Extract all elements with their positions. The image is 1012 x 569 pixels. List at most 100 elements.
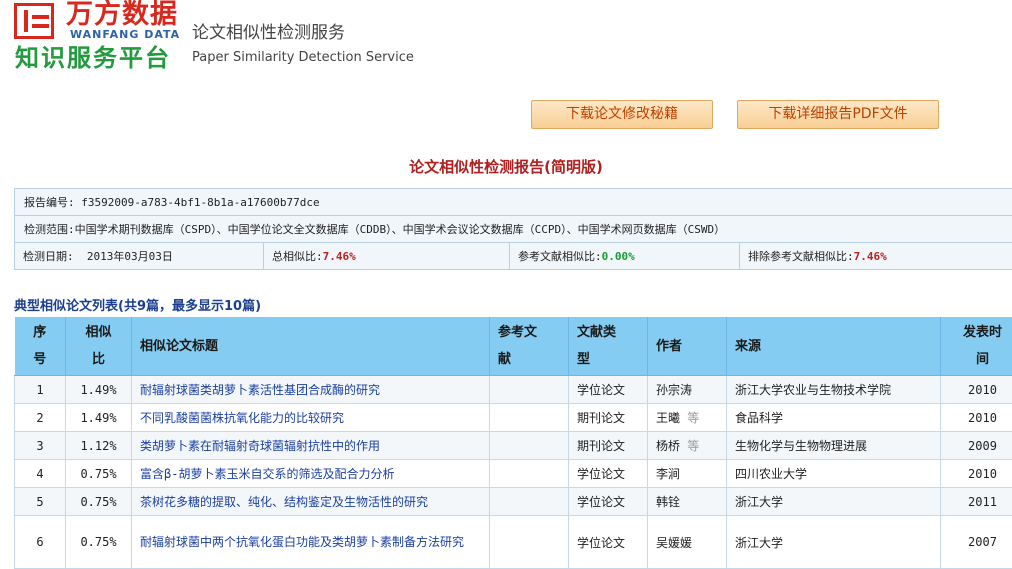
row-ratio: 0.75% <box>66 460 132 488</box>
ref-ratio-value: 0.00% <box>602 250 635 263</box>
col-header-year: 发表时间 <box>941 317 1012 376</box>
col-header-ref: 参考文献 <box>490 317 569 376</box>
total-ratio-label: 总相似比: <box>272 250 323 263</box>
ref-ratio-cell: 参考文献相似比:0.00% <box>509 243 749 269</box>
report-id-value: f3592009-a783-4bf1-8b1a-a17600b77dce <box>81 196 319 209</box>
table-row: 6 0.75% 耐辐射球菌中两个抗氧化蛋白功能及类胡萝卜素制备方法研究 学位论文… <box>15 516 1012 569</box>
similar-list-title: 典型相似论文列表(共9篇，最多显示10篇) <box>14 295 261 314</box>
table-row: 1 1.49% 耐辐射球菌类胡萝卜素活性基团合成酶的研究 学位论文 孙宗涛 浙江… <box>15 376 1012 404</box>
row-ratio: 1.49% <box>66 376 132 404</box>
author-name: 孙宗涛 <box>656 383 692 397</box>
service-title-en: Paper Similarity Detection Service <box>192 50 414 65</box>
row-source: 浙江大学 <box>727 488 941 516</box>
row-title-cell: 茶树花多糖的提取、纯化、结构鉴定及生物活性的研究 <box>132 488 490 516</box>
row-title-cell: 类胡萝卜素在耐辐射奇球菌辐射抗性中的作用 <box>132 432 490 460</box>
paper-title-link[interactable]: 耐辐射球菌中两个抗氧化蛋白功能及类胡萝卜素制备方法研究 <box>140 535 464 549</box>
total-ratio-value: 7.46% <box>323 250 356 263</box>
row-author: 吴媛媛 <box>648 516 727 569</box>
row-ref <box>490 404 569 432</box>
col-header-type: 文献类型 <box>569 317 648 376</box>
report-info-panel: 报告编号: f3592009-a783-4bf1-8b1a-a17600b77d… <box>14 188 1012 270</box>
similar-papers-table: 序号 相似比 相似论文标题 参考文献 文献类型 作者 来源 发表时间 1 1.4… <box>14 317 1012 569</box>
row-source: 生物化学与生物物理进展 <box>727 432 941 460</box>
row-title-cell: 富含β-胡萝卜素玉米自交系的筛选及配合力分析 <box>132 460 490 488</box>
author-etal: 等 <box>687 439 699 453</box>
row-author: 韩铨 <box>648 488 727 516</box>
row-type: 学位论文 <box>569 516 648 569</box>
ref-ratio-label: 参考文献相似比: <box>518 250 602 263</box>
table-row: 2 1.49% 不同乳酸菌菌株抗氧化能力的比较研究 期刊论文 王曦 等 食品科学… <box>15 404 1012 432</box>
wanfang-logo-icon <box>14 3 54 39</box>
row-author: 杨桥 等 <box>648 432 727 460</box>
logo-text-en: WANFANG DATA <box>70 28 180 41</box>
author-etal: 等 <box>687 411 699 425</box>
row-no: 3 <box>15 432 66 460</box>
excl-ratio-label: 排除参考文献相似比: <box>748 250 854 263</box>
paper-title-link[interactable]: 茶树花多糖的提取、纯化、结构鉴定及生物活性的研究 <box>140 495 428 509</box>
row-year: 2011 <box>941 488 1012 516</box>
author-name: 李涧 <box>656 467 680 481</box>
row-ratio: 0.75% <box>66 516 132 569</box>
table-row: 4 0.75% 富含β-胡萝卜素玉米自交系的筛选及配合力分析 学位论文 李涧 四… <box>15 460 1012 488</box>
row-title-cell: 耐辐射球菌中两个抗氧化蛋白功能及类胡萝卜素制备方法研究 <box>132 516 490 569</box>
report-id-label: 报告编号: <box>15 196 75 209</box>
row-ref <box>490 376 569 404</box>
row-ratio: 1.12% <box>66 432 132 460</box>
paper-title-link[interactable]: 不同乳酸菌菌株抗氧化能力的比较研究 <box>140 411 344 425</box>
row-type: 期刊论文 <box>569 432 648 460</box>
row-author: 王曦 等 <box>648 404 727 432</box>
row-year: 2007 <box>941 516 1012 569</box>
row-type: 学位论文 <box>569 488 648 516</box>
download-guide-button[interactable]: 下载论文修改秘籍 <box>531 100 713 129</box>
service-title-cn: 论文相似性检测服务 <box>192 22 345 44</box>
row-no: 1 <box>15 376 66 404</box>
author-name: 吴媛媛 <box>656 536 692 550</box>
date-label: 检测日期: <box>23 250 74 263</box>
row-source: 四川农业大学 <box>727 460 941 488</box>
row-no: 5 <box>15 488 66 516</box>
row-ratio: 1.49% <box>66 404 132 432</box>
row-author: 李涧 <box>648 460 727 488</box>
row-ref <box>490 488 569 516</box>
row-title-cell: 耐辐射球菌类胡萝卜素活性基团合成酶的研究 <box>132 376 490 404</box>
row-type: 学位论文 <box>569 460 648 488</box>
table-header-row: 序号 相似比 相似论文标题 参考文献 文献类型 作者 来源 发表时间 <box>15 317 1012 376</box>
excl-ratio-value: 7.46% <box>854 250 887 263</box>
table-row: 3 1.12% 类胡萝卜素在耐辐射奇球菌辐射抗性中的作用 期刊论文 杨桥 等 生… <box>15 432 1012 460</box>
col-header-ratio: 相似比 <box>66 317 132 376</box>
row-year: 2010 <box>941 460 1012 488</box>
excl-ratio-cell: 排除参考文献相似比:7.46% <box>739 243 1012 269</box>
table-row: 5 0.75% 茶树花多糖的提取、纯化、结构鉴定及生物活性的研究 学位论文 韩铨… <box>15 488 1012 516</box>
paper-title-link[interactable]: 耐辐射球菌类胡萝卜素活性基团合成酶的研究 <box>140 383 380 397</box>
col-header-source: 来源 <box>727 317 941 376</box>
row-author: 孙宗涛 <box>648 376 727 404</box>
report-id-row: 报告编号: f3592009-a783-4bf1-8b1a-a17600b77d… <box>15 189 1012 216</box>
row-ref <box>490 460 569 488</box>
row-source: 浙江大学农业与生物技术学院 <box>727 376 941 404</box>
author-name: 王曦 <box>656 411 680 425</box>
row-type: 期刊论文 <box>569 404 648 432</box>
report-title: 论文相似性检测报告(简明版) <box>0 156 1012 177</box>
row-ratio: 0.75% <box>66 488 132 516</box>
logo-text-cn: 万方数据 <box>66 0 178 30</box>
row-no: 4 <box>15 460 66 488</box>
platform-title-cn: 知识服务平台 <box>15 42 171 74</box>
date-value: 2013年03月03日 <box>87 250 173 263</box>
author-name: 韩铨 <box>656 495 680 509</box>
row-year: 2010 <box>941 404 1012 432</box>
paper-title-link[interactable]: 富含β-胡萝卜素玉米自交系的筛选及配合力分析 <box>140 467 394 481</box>
row-type: 学位论文 <box>569 376 648 404</box>
row-source: 浙江大学 <box>727 516 941 569</box>
row-source: 食品科学 <box>727 404 941 432</box>
col-header-no: 序号 <box>15 317 66 376</box>
paper-title-link[interactable]: 类胡萝卜素在耐辐射奇球菌辐射抗性中的作用 <box>140 439 380 453</box>
author-name: 杨桥 <box>656 439 680 453</box>
col-header-title: 相似论文标题 <box>132 317 490 376</box>
download-pdf-button[interactable]: 下载详细报告PDF文件 <box>737 100 939 129</box>
row-ref <box>490 516 569 569</box>
scope-label: 检测范围: <box>15 223 75 236</box>
row-year: 2009 <box>941 432 1012 460</box>
row-no: 6 <box>15 516 66 569</box>
col-header-author: 作者 <box>648 317 727 376</box>
total-ratio-cell: 总相似比:7.46% <box>263 243 509 269</box>
